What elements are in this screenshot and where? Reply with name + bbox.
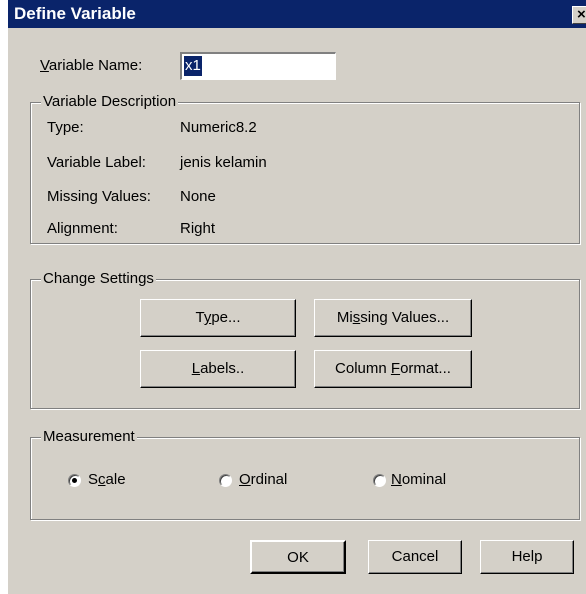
variable-name-value: x1 [184,56,202,76]
type-label: Type: [47,119,84,136]
change-settings-title: Change Settings [41,269,156,289]
labels-button[interactable]: Labels.. [140,350,296,388]
alignment-label: Alignment: [47,220,118,237]
ok-button[interactable]: OK [250,540,346,574]
variable-name-input[interactable]: x1 [180,52,336,80]
define-variable-dialog: Define Variable × Variable Name: x1 Vari… [8,0,586,594]
nominal-radio[interactable] [373,474,386,487]
column-format-button[interactable]: Column Format... [314,350,472,388]
radio-selected-icon [72,478,77,483]
close-icon: × [577,6,586,23]
variable-name-label: Variable Name: [40,57,143,74]
scale-label[interactable]: Scale [88,470,126,490]
cancel-button[interactable]: Cancel [368,540,462,574]
change-settings-group: Change Settings [30,269,580,409]
window-title: Define Variable [14,4,136,23]
ordinal-label[interactable]: Ordinal [239,470,287,490]
variable-description-title: Variable Description [41,92,179,112]
missing-values-button[interactable]: Missing Values... [314,299,472,337]
scale-radio[interactable] [68,474,81,487]
nominal-label[interactable]: Nominal [391,470,446,490]
measurement-title: Measurement [41,427,137,447]
type-button[interactable]: Type... [140,299,296,337]
variable-label-value: jenis kelamin [180,154,267,171]
variable-label-label: Variable Label: [47,154,146,171]
title-bar[interactable]: Define Variable × [8,0,586,28]
missing-values-value: None [180,188,216,205]
alignment-value: Right [180,220,216,237]
missing-values-label: Missing Values: [47,188,151,205]
close-button[interactable]: × [572,6,586,24]
help-button[interactable]: Help [480,540,574,574]
type-value: Numeric8.2 [180,119,257,136]
ordinal-radio[interactable] [219,474,232,487]
